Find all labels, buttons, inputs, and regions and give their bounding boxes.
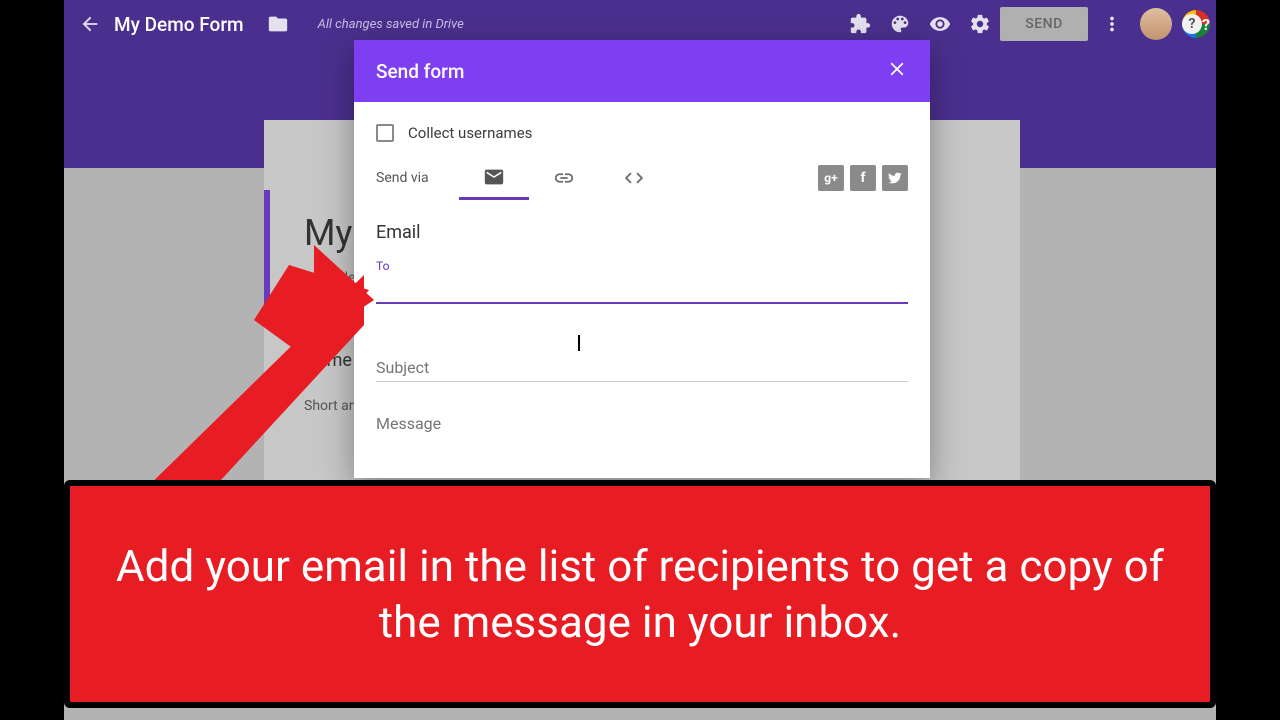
send-via-row: Send via g+ f [376, 156, 908, 200]
email-section-heading: Email [376, 222, 908, 243]
tab-link[interactable] [529, 156, 599, 200]
subject-input[interactable] [376, 348, 908, 382]
send-button[interactable]: SEND [1000, 7, 1088, 41]
tab-email[interactable] [459, 156, 529, 200]
folder-icon[interactable] [258, 4, 298, 44]
more-vert-icon[interactable] [1092, 4, 1132, 44]
question-answer-partial: Short an [304, 398, 357, 414]
share-twitter-icon[interactable] [882, 165, 908, 191]
to-input[interactable] [376, 273, 908, 304]
tab-embed[interactable] [599, 156, 669, 200]
caption-banner: Add your email in the list of recipients… [64, 480, 1216, 708]
form-description-partial: Form de [304, 270, 355, 286]
share-facebook-icon[interactable]: f [850, 165, 876, 191]
caption-text: Add your email in the list of recipients… [96, 538, 1184, 651]
back-arrow-icon[interactable] [70, 4, 110, 44]
save-status: All changes saved in Drive [318, 17, 464, 32]
collect-usernames-label: Collect usernames [408, 124, 532, 142]
preview-eye-icon[interactable] [920, 4, 960, 44]
message-input[interactable] [376, 404, 908, 437]
share-icons: g+ f [818, 165, 908, 191]
palette-icon[interactable] [880, 4, 920, 44]
question-title-partial: Name [304, 350, 352, 371]
share-googleplus-icon[interactable]: g+ [818, 165, 844, 191]
send-form-dialog: Send form Collect usernames Send via [354, 40, 930, 478]
send-via-label: Send via [376, 170, 429, 186]
to-field: To [376, 259, 908, 304]
message-field [376, 404, 908, 437]
form-name[interactable]: My Demo Form [114, 13, 244, 36]
settings-gear-icon[interactable] [960, 4, 1000, 44]
dialog-header: Send form [354, 40, 930, 102]
to-label: To [376, 259, 908, 273]
user-avatar[interactable] [1140, 8, 1172, 40]
dialog-title: Send form [376, 60, 464, 83]
dialog-body: Collect usernames Send via g+ f [354, 102, 930, 478]
close-icon[interactable] [886, 58, 908, 84]
help-icon[interactable]: ? [1182, 10, 1210, 38]
form-title-partial: My [304, 212, 352, 254]
subject-field [376, 348, 908, 382]
collect-usernames-row[interactable]: Collect usernames [376, 118, 908, 156]
app-stage: My Demo Form All changes saved in Drive … [64, 0, 1216, 720]
addons-icon[interactable] [840, 4, 880, 44]
checkbox-icon[interactable] [376, 124, 394, 142]
card-accent [264, 190, 270, 320]
